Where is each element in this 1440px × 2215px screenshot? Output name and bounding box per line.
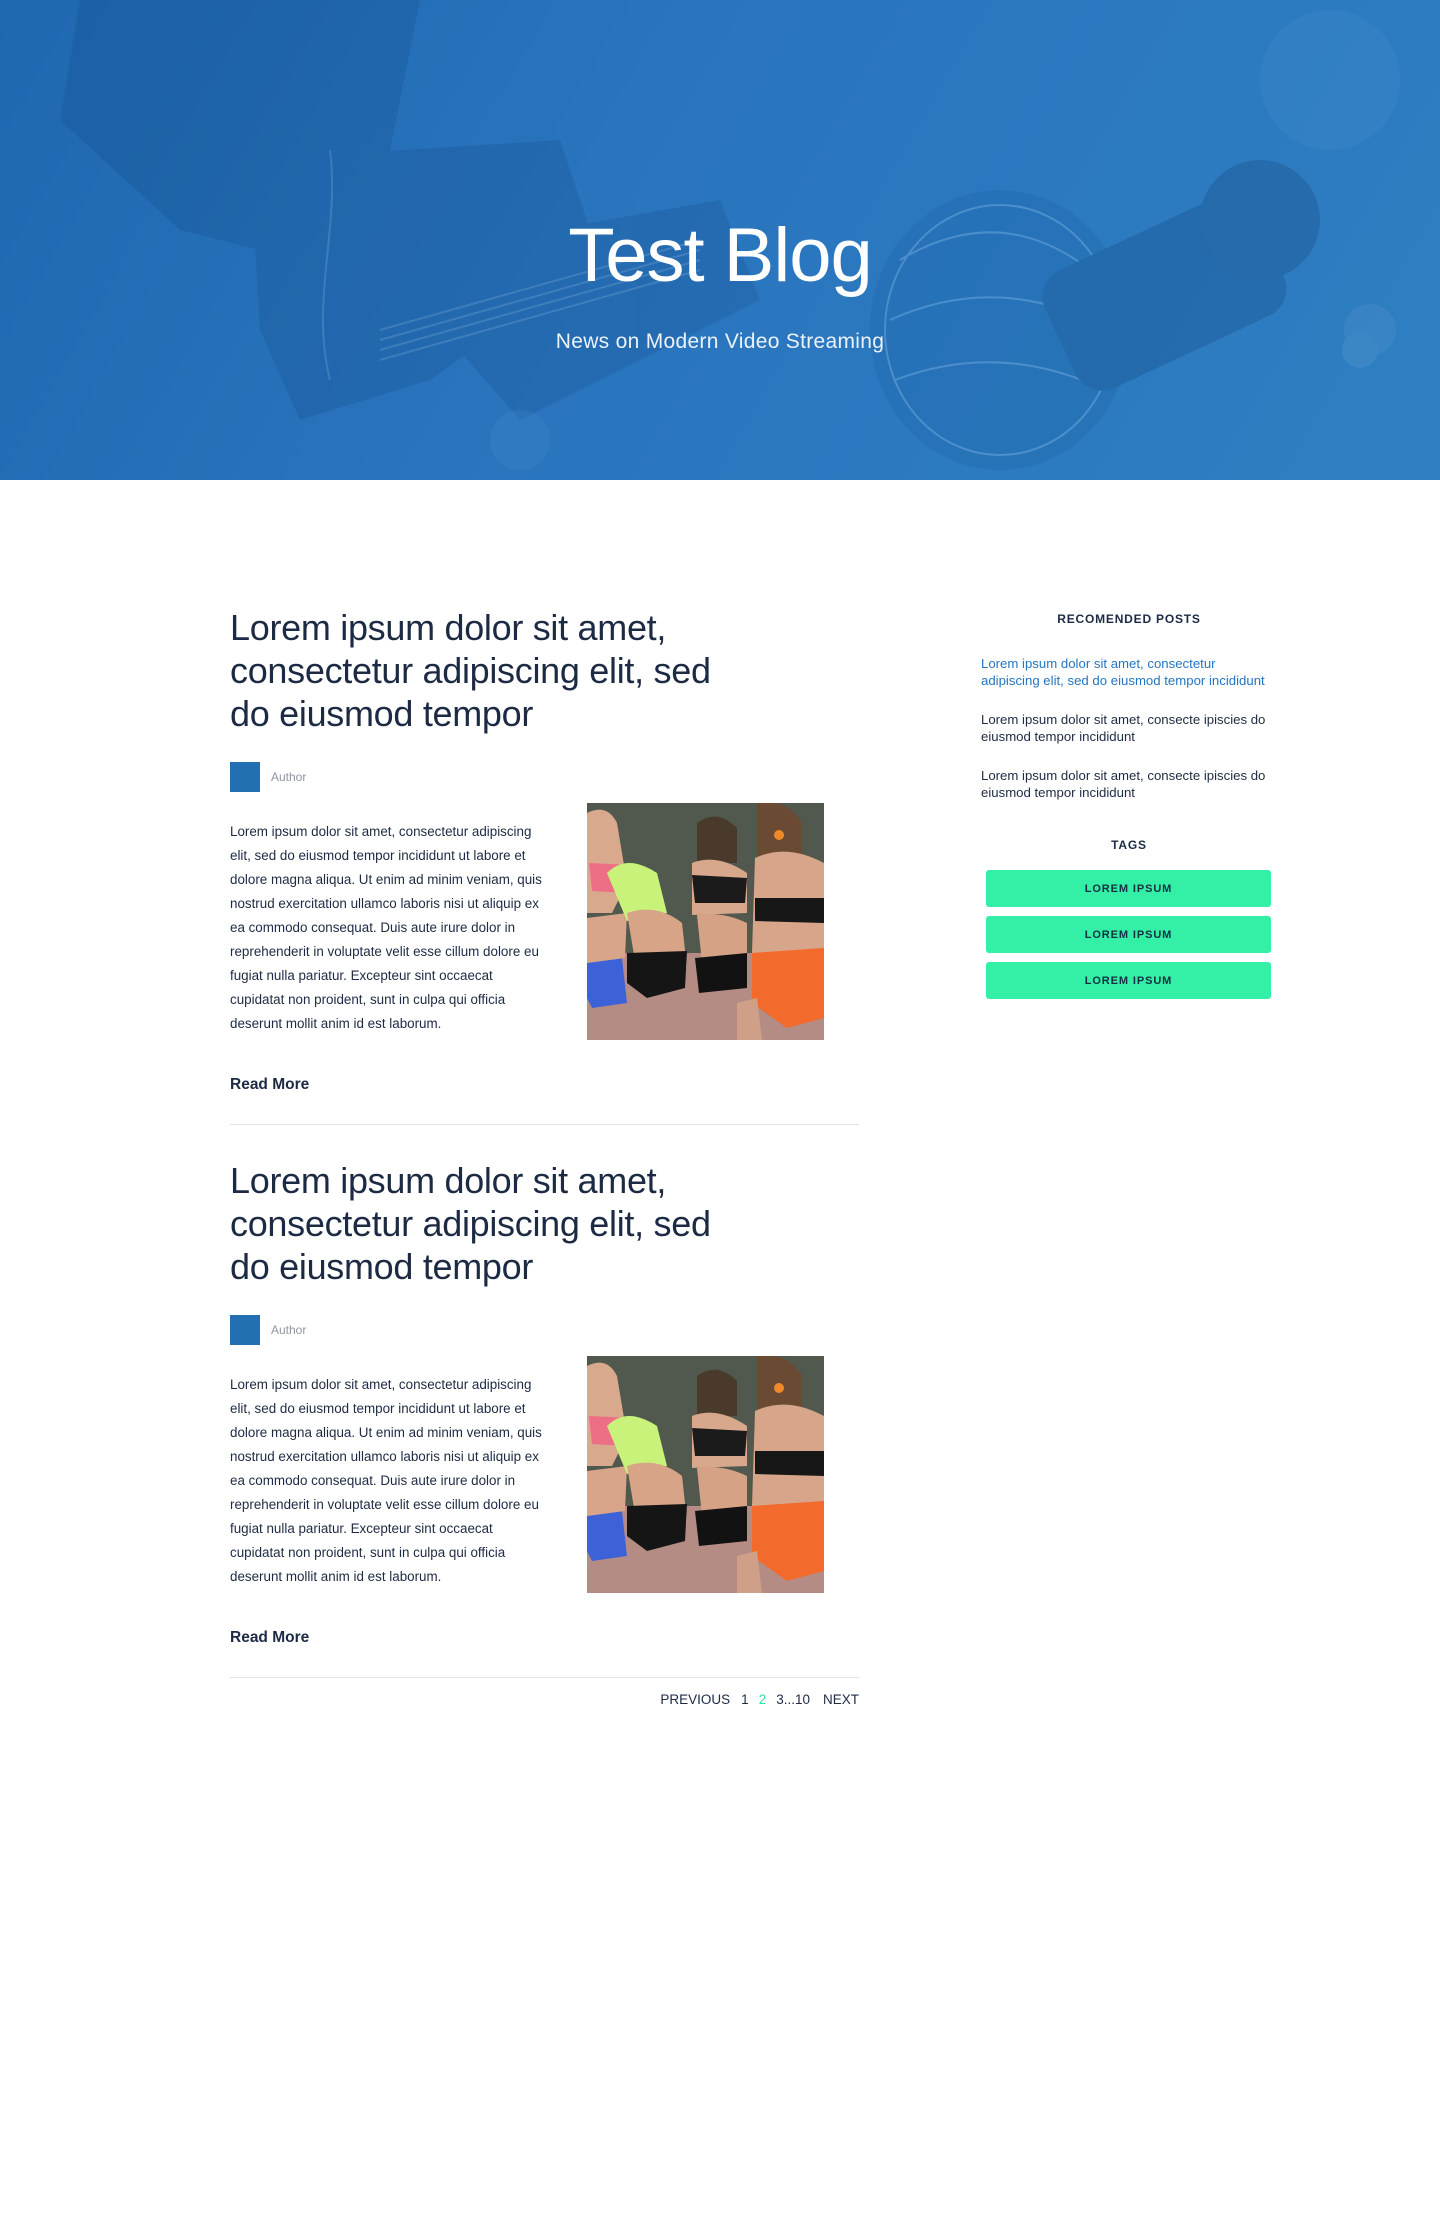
sidebar: RECOMENDED POSTS Lorem ipsum dolor sit a… xyxy=(981,612,1277,1008)
tag-button[interactable]: LOREM IPSUM xyxy=(986,870,1271,907)
pagination-next[interactable]: NEXT xyxy=(823,1692,859,1707)
read-more-link[interactable]: Read More xyxy=(230,1629,309,1647)
post-author: Author xyxy=(230,1315,306,1345)
hero-banner: Test Blog News on Modern Video Streaming xyxy=(0,0,1440,480)
post-card: Lorem ipsum dolor sit amet, consectetur … xyxy=(230,600,859,1153)
author-avatar xyxy=(230,1315,260,1345)
author-avatar xyxy=(230,762,260,792)
author-name: Author xyxy=(271,1323,307,1337)
pagination-page-range[interactable]: 3...10 xyxy=(776,1692,810,1707)
recommended-post-link[interactable]: Lorem ipsum dolor sit amet, consecte ipi… xyxy=(981,767,1277,801)
tags-heading: TAGS xyxy=(1111,838,1147,852)
pagination-page-1[interactable]: 1 xyxy=(741,1692,749,1707)
recommended-post-link[interactable]: Lorem ipsum dolor sit amet, consecte ipi… xyxy=(981,711,1277,745)
post-card: Lorem ipsum dolor sit amet, consectetur … xyxy=(230,1153,859,1706)
post-thumbnail[interactable] xyxy=(587,803,824,1040)
post-author: Author xyxy=(230,762,306,792)
post-thumbnail[interactable] xyxy=(587,1356,824,1593)
tag-button[interactable]: LOREM IPSUM xyxy=(986,962,1271,999)
recommended-posts-heading: RECOMENDED POSTS xyxy=(1057,612,1201,626)
tag-button[interactable]: LOREM IPSUM xyxy=(986,916,1271,953)
post-divider xyxy=(230,1124,859,1125)
runners-photo xyxy=(587,803,824,1040)
read-more-link[interactable]: Read More xyxy=(230,1076,309,1094)
recommended-posts-list: Lorem ipsum dolor sit amet, consectetur … xyxy=(981,655,1277,801)
post-excerpt: Lorem ipsum dolor sit amet, consectetur … xyxy=(230,824,542,1031)
blog-title: Test Blog xyxy=(568,213,873,298)
post-divider xyxy=(230,1677,859,1678)
post-title[interactable]: Lorem ipsum dolor sit amet, consectetur … xyxy=(230,606,750,735)
author-name: Author xyxy=(271,770,307,784)
post-excerpt: Lorem ipsum dolor sit amet, consectetur … xyxy=(230,1377,542,1584)
post-list: Lorem ipsum dolor sit amet, consectetur … xyxy=(230,600,859,1706)
recommended-post-link[interactable]: Lorem ipsum dolor sit amet, consectetur … xyxy=(981,655,1277,689)
pagination-previous[interactable]: PREVIOUS xyxy=(660,1692,730,1707)
blog-subtitle: News on Modern Video Streaming xyxy=(555,330,885,353)
post-title[interactable]: Lorem ipsum dolor sit amet, consectetur … xyxy=(230,1159,750,1288)
runners-photo xyxy=(587,1356,824,1593)
pagination-page-2-current[interactable]: 2 xyxy=(759,1692,767,1707)
pagination: PREVIOUS 1 2 3...10 NEXT xyxy=(230,1692,859,1707)
tag-list: LOREM IPSUM LOREM IPSUM LOREM IPSUM xyxy=(981,870,1277,999)
